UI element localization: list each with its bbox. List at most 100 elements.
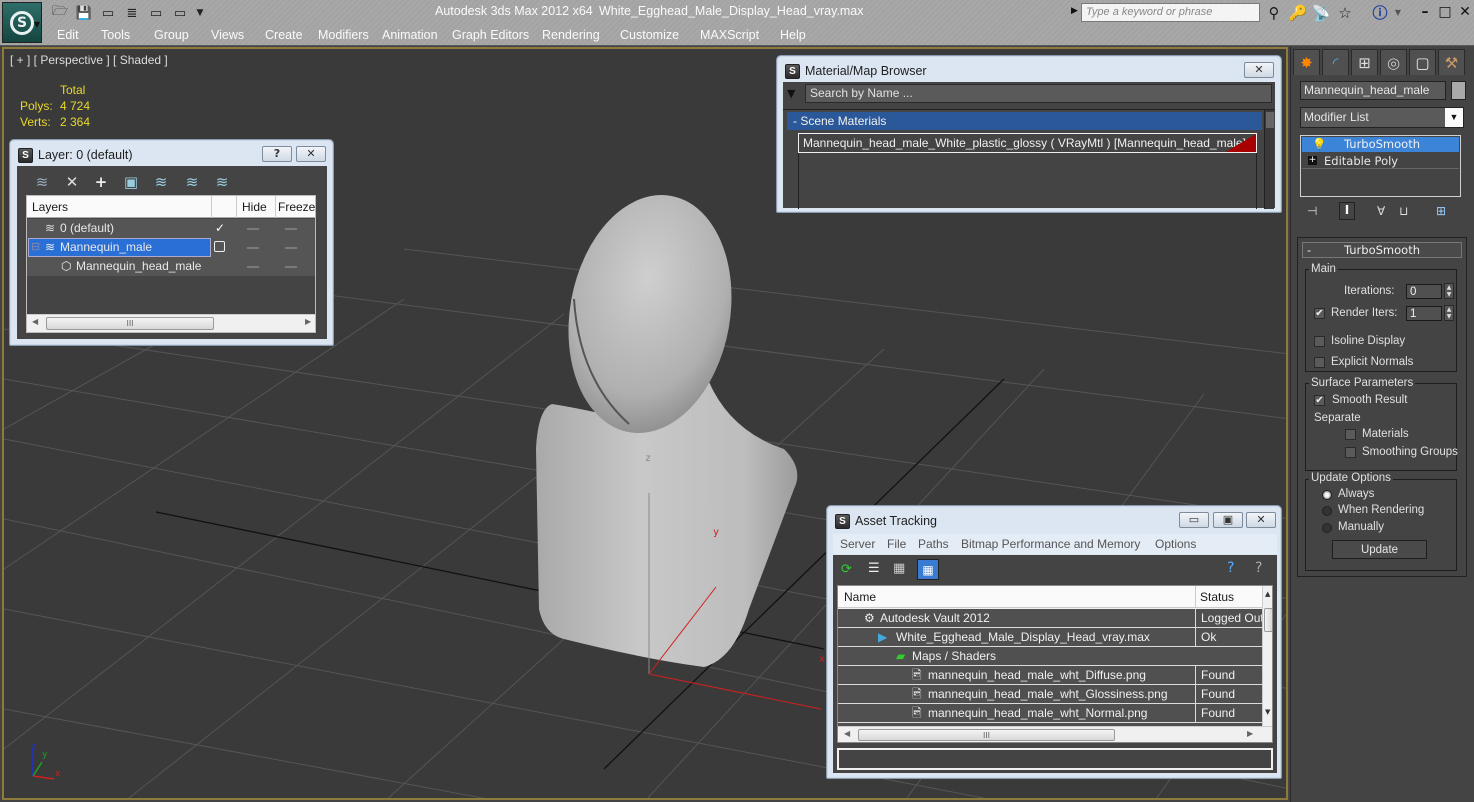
list-view-icon[interactable]: ☰ bbox=[868, 561, 880, 576]
menu-views[interactable]: Views bbox=[211, 28, 244, 42]
help-icon[interactable]: ? bbox=[1227, 560, 1234, 576]
create-new-layer-icon[interactable]: ≋ bbox=[31, 172, 53, 192]
hide-toggle[interactable] bbox=[247, 228, 259, 230]
delete-layer-icon[interactable]: ✕ bbox=[61, 172, 83, 192]
material-item[interactable]: Mannequin_head_male_White_plastic_glossy… bbox=[798, 133, 1257, 153]
project-folder-icon[interactable]: ≣ bbox=[122, 4, 142, 22]
menu-graph-editors[interactable]: Graph Editors bbox=[452, 28, 529, 42]
menu-modifiers[interactable]: Modifiers bbox=[318, 28, 369, 42]
mannequin-head-model[interactable] bbox=[536, 182, 798, 667]
scroll-up-icon[interactable]: ▲ bbox=[1265, 590, 1270, 598]
isoline-display-checkbox[interactable] bbox=[1314, 336, 1325, 347]
show-end-result-icon[interactable]: I bbox=[1339, 202, 1355, 220]
menu-bitmap-performance[interactable]: Bitmap Performance and Memory bbox=[961, 534, 1140, 554]
scroll-thumb[interactable] bbox=[1264, 608, 1272, 632]
column-hide[interactable]: Hide bbox=[242, 196, 267, 218]
layers-list[interactable]: Layers Hide Freeze ≋ 0 (default) ✓ ⊟ ≋ M… bbox=[26, 195, 316, 333]
menu-create[interactable]: Create bbox=[265, 28, 303, 42]
asset-row[interactable]: ▶ White_Egghead_Male_Display_Head_vray.m… bbox=[838, 628, 1262, 647]
update-always-radio[interactable] bbox=[1322, 490, 1332, 500]
layer-row[interactable]: ⊟ ≋ Mannequin_male bbox=[27, 238, 315, 257]
rollout-header[interactable]: - TurboSmooth bbox=[1302, 242, 1462, 258]
layer-dialog-titlebar[interactable]: S Layer: 0 (default) bbox=[18, 145, 133, 165]
scroll-right-icon[interactable]: ▶ bbox=[305, 317, 311, 326]
current-layer-check-icon[interactable]: ✓ bbox=[215, 219, 225, 238]
modify-tab-icon[interactable]: ◜ bbox=[1322, 49, 1349, 75]
menu-file[interactable]: File bbox=[887, 534, 906, 554]
set-current-layer-box[interactable] bbox=[214, 241, 225, 252]
explicit-normals-checkbox[interactable] bbox=[1314, 357, 1325, 368]
scroll-thumb[interactable]: III bbox=[46, 317, 214, 330]
lightbulb-icon[interactable]: 💡 bbox=[1312, 137, 1326, 152]
hide-toggle[interactable] bbox=[247, 266, 259, 268]
display-tab-icon[interactable]: ▢ bbox=[1409, 49, 1436, 75]
scroll-thumb[interactable]: III bbox=[858, 729, 1115, 741]
key-icon[interactable]: 🔑 bbox=[1288, 3, 1308, 23]
customize-toolbar-dropdown-icon[interactable]: ▼ bbox=[190, 4, 210, 22]
set-current-layer-icon[interactable]: ≋ bbox=[181, 172, 203, 192]
column-freeze[interactable]: Freeze bbox=[278, 196, 315, 218]
menu-tools[interactable]: Tools bbox=[101, 28, 130, 42]
render-iters-field[interactable]: 1 bbox=[1406, 306, 1442, 321]
asset-tracking-titlebar[interactable]: S Asset Tracking bbox=[835, 511, 937, 531]
maximize-window-button[interactable]: □ bbox=[1436, 3, 1454, 21]
communication-center-icon[interactable]: 📡 bbox=[1311, 3, 1331, 23]
smooth-result-checkbox[interactable]: ✔ bbox=[1314, 395, 1325, 406]
layer-row[interactable]: ≋ 0 (default) ✓ bbox=[27, 219, 315, 238]
menu-rendering[interactable]: Rendering bbox=[542, 28, 600, 42]
column-status[interactable]: Status bbox=[1200, 586, 1234, 608]
hide-toggle[interactable] bbox=[247, 247, 259, 249]
modifier-stack[interactable]: 💡 TurboSmooth + Editable Poly bbox=[1300, 135, 1461, 197]
menu-edit[interactable]: Edit bbox=[57, 28, 79, 42]
stack-item-editable-poly[interactable]: + Editable Poly bbox=[1302, 153, 1459, 169]
close-button[interactable]: ✕ bbox=[1246, 512, 1276, 528]
scroll-right-icon[interactable]: ▶ bbox=[1247, 729, 1253, 738]
menu-options[interactable]: Options bbox=[1155, 534, 1196, 554]
material-browser-titlebar[interactable]: S Material/Map Browser bbox=[785, 61, 927, 81]
menu-group[interactable]: Group bbox=[154, 28, 189, 42]
render-iters-checkbox[interactable]: ✔ bbox=[1314, 308, 1325, 319]
add-selection-icon[interactable]: + bbox=[90, 172, 112, 192]
scroll-down-icon[interactable]: ▼ bbox=[1265, 708, 1270, 716]
application-button[interactable]: S ▼ bbox=[2, 2, 42, 43]
freeze-toggle[interactable] bbox=[285, 228, 297, 230]
refresh-icon[interactable]: ⟳ bbox=[841, 562, 852, 577]
remove-modifier-icon[interactable]: ⊔ bbox=[1399, 204, 1408, 218]
menu-paths[interactable]: Paths bbox=[918, 534, 949, 554]
make-unique-icon[interactable]: ∀ bbox=[1377, 204, 1385, 218]
favorites-star-icon[interactable]: ☆ bbox=[1335, 3, 1355, 23]
menu-server[interactable]: Server bbox=[840, 534, 875, 554]
menu-animation[interactable]: Animation bbox=[382, 28, 438, 42]
help-button[interactable]: ? bbox=[262, 146, 292, 162]
asset-table[interactable]: Name Status ⚙ Autodesk Vault 2012 Logged… bbox=[837, 585, 1273, 743]
close-window-button[interactable]: ✕ bbox=[1456, 3, 1474, 21]
redo-icon[interactable]: ▭ bbox=[146, 4, 166, 22]
browser-options-icon[interactable]: ▼ bbox=[787, 87, 795, 100]
motion-tab-icon[interactable]: ◎ bbox=[1380, 49, 1407, 75]
save-file-icon[interactable]: 💾 bbox=[74, 4, 94, 22]
asset-row[interactable]: ⚙ Autodesk Vault 2012 Logged Out bbox=[838, 609, 1262, 628]
horizontal-scrollbar[interactable]: ◀ III ▶ bbox=[27, 314, 315, 332]
menu-customize[interactable]: Customize bbox=[620, 28, 679, 42]
pin-stack-icon[interactable]: ⊣ bbox=[1307, 204, 1317, 218]
asset-row[interactable]: 🖻 mannequin_head_male_wht_Glossiness.png… bbox=[838, 685, 1262, 704]
scroll-thumb[interactable] bbox=[1266, 112, 1274, 128]
table-view-icon[interactable]: ▦ bbox=[917, 559, 939, 580]
update-when-rendering-radio[interactable] bbox=[1322, 506, 1332, 516]
column-name[interactable]: Name bbox=[844, 586, 876, 608]
iterations-spinner[interactable]: ▲ ▼ bbox=[1444, 283, 1454, 299]
hierarchy-tab-icon[interactable]: ⊞ bbox=[1351, 49, 1378, 75]
scroll-left-icon[interactable]: ◀ bbox=[844, 729, 850, 738]
iterations-field[interactable]: 0 bbox=[1406, 284, 1442, 299]
viewport-label-menu[interactable]: [ + ] [ Perspective ] [ Shaded ] bbox=[10, 53, 168, 67]
horizontal-scrollbar[interactable]: ◀ III ▶ bbox=[838, 726, 1272, 742]
restore-button[interactable]: ▣ bbox=[1213, 512, 1243, 528]
hide-freeze-all-icon[interactable]: ≋ bbox=[211, 172, 233, 192]
minimize-window-button[interactable]: – bbox=[1416, 3, 1434, 21]
scroll-left-icon[interactable]: ◀ bbox=[32, 317, 38, 326]
separate-materials-checkbox[interactable] bbox=[1345, 429, 1356, 440]
freeze-toggle[interactable] bbox=[285, 266, 297, 268]
open-file-icon[interactable]: 🗁 bbox=[50, 4, 70, 22]
hold-icon[interactable]: ▭ bbox=[170, 4, 190, 22]
menu-help[interactable]: Help bbox=[780, 28, 806, 42]
